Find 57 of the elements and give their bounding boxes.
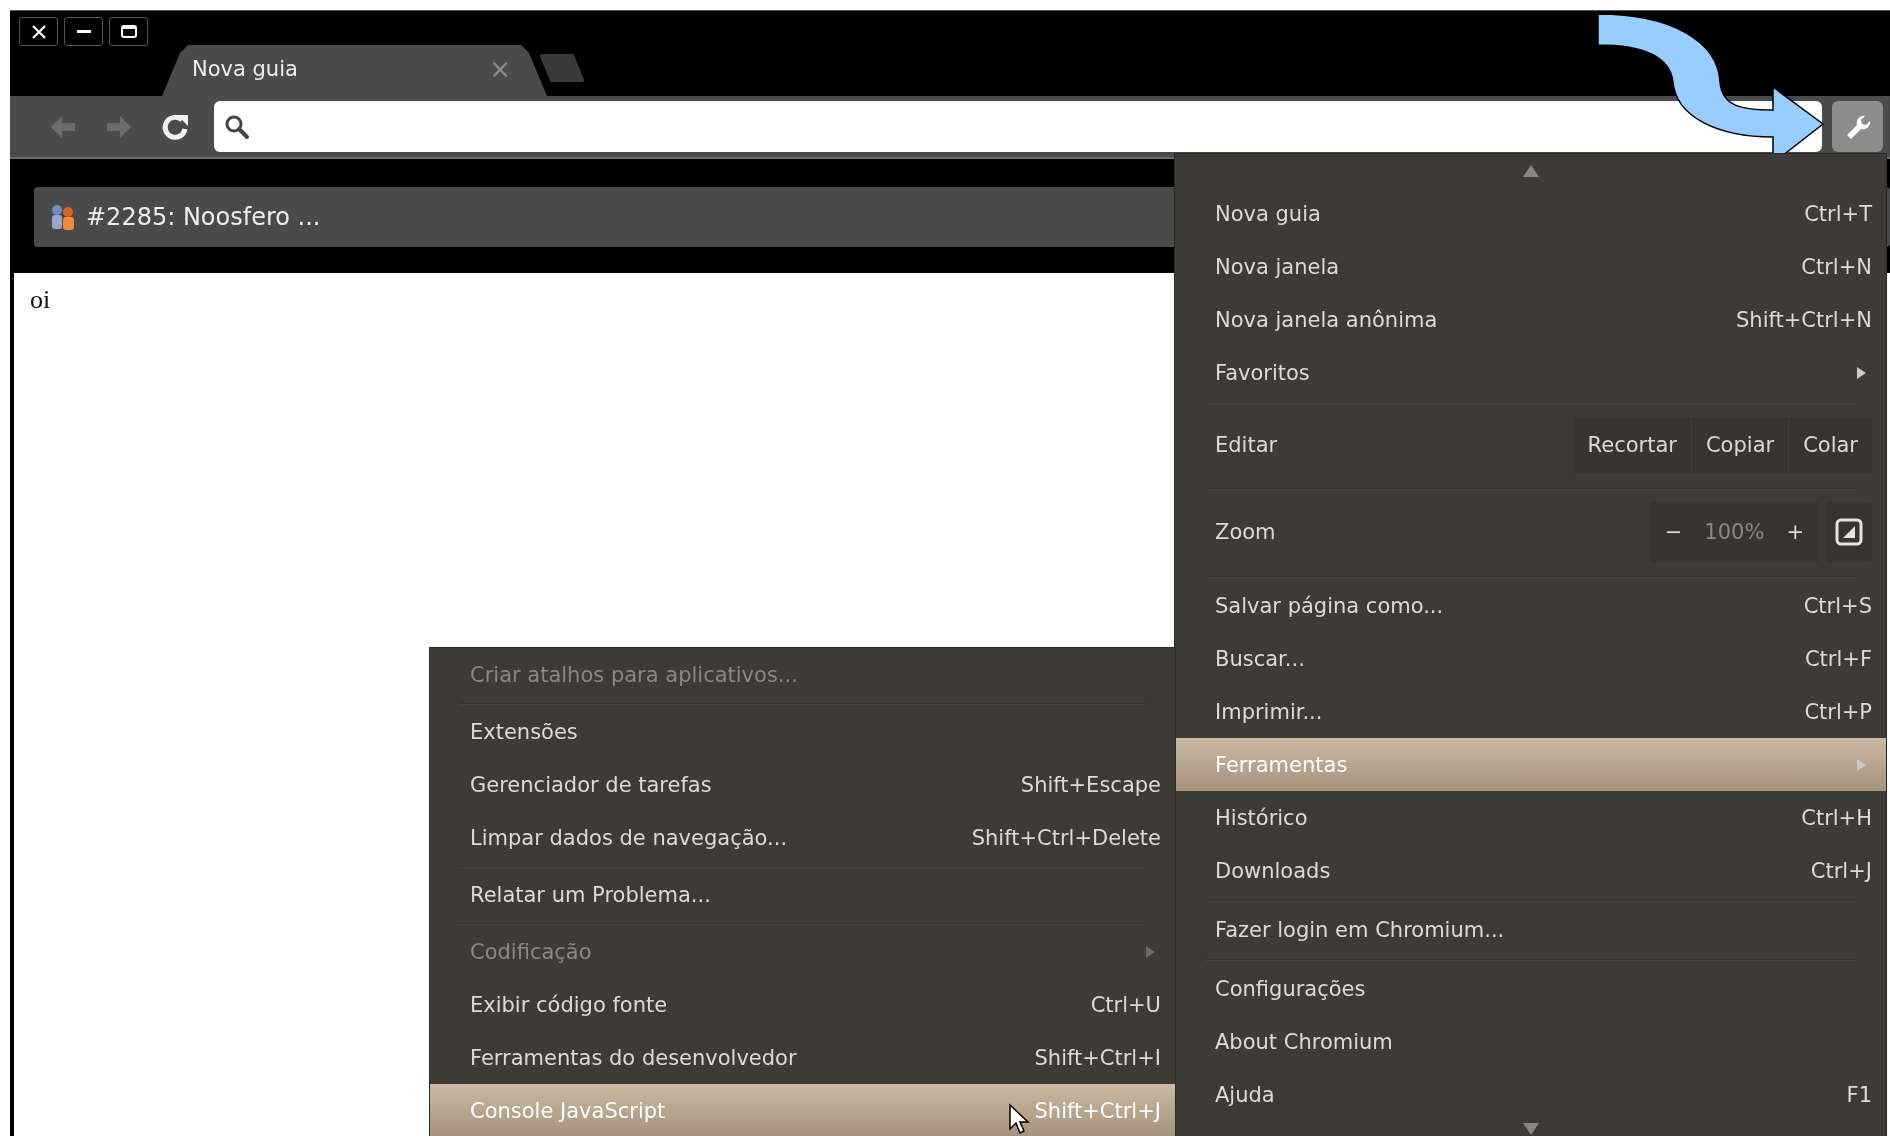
menu-button[interactable] bbox=[1832, 101, 1883, 152]
close-window-button[interactable] bbox=[19, 17, 58, 46]
maximize-icon bbox=[120, 25, 137, 38]
menu-item[interactable]: Ajuda F1 bbox=[1175, 1068, 1886, 1121]
menu-item[interactable]: Nova guia Ctrl+T bbox=[1175, 187, 1886, 240]
menu-item[interactable]: About Chromium bbox=[1175, 1015, 1886, 1068]
maximize-window-button[interactable] bbox=[109, 17, 148, 46]
shortcut-text: Ctrl+F bbox=[1804, 646, 1872, 671]
menu-item[interactable]: Favoritos bbox=[1175, 346, 1886, 399]
shortcut-text: Ctrl+H bbox=[1801, 805, 1872, 830]
shortcut-text: Ctrl+U bbox=[1090, 992, 1161, 1017]
menu-item[interactable]: Nova janela anônima Shift+Ctrl+N bbox=[1175, 293, 1886, 346]
page-text: oi bbox=[30, 285, 51, 314]
shortcut-text: Ctrl+T bbox=[1804, 201, 1872, 226]
menu-item[interactable]: Imprimir... Ctrl+P bbox=[1175, 685, 1886, 738]
search-icon bbox=[224, 113, 250, 140]
shortcut-text: Shift+Ctrl+I bbox=[1034, 1045, 1161, 1070]
fullscreen-icon bbox=[1835, 518, 1863, 546]
minimize-icon bbox=[76, 30, 91, 33]
menu-item[interactable]: Limpar dados de navegação... Shift+Ctrl+Delete bbox=[430, 811, 1175, 864]
submenu-arrow-icon bbox=[1857, 366, 1866, 379]
shortcut-text: Shift+Ctrl+Delete bbox=[971, 825, 1161, 850]
close-icon bbox=[31, 24, 46, 39]
fullscreen-button[interactable] bbox=[1826, 502, 1872, 562]
menu-label: Zoom bbox=[1215, 520, 1277, 544]
menu-item[interactable]: Configurações bbox=[1175, 962, 1886, 1015]
shortcut-text: Ctrl+N bbox=[1801, 254, 1872, 279]
tab-title: Nova guia bbox=[192, 56, 299, 81]
menu-item[interactable]: Exibir código fonte Ctrl+U bbox=[430, 978, 1175, 1031]
browser-tab[interactable]: Nova guia × bbox=[162, 45, 547, 96]
menu-item[interactable]: Histórico Ctrl+H bbox=[1175, 791, 1886, 844]
shortcut-text: Shift+Ctrl+J bbox=[1034, 1098, 1161, 1123]
scroll-up-icon[interactable] bbox=[1522, 164, 1539, 177]
zoom-value: 100% bbox=[1703, 519, 1766, 546]
bookmark-title[interactable]: #2285: Noosfero ... bbox=[86, 203, 321, 231]
shortcut-text: Shift+Ctrl+N bbox=[1736, 307, 1872, 332]
menu-item[interactable]: Buscar... Ctrl+F bbox=[1175, 632, 1886, 685]
menu-label: Editar bbox=[1215, 433, 1279, 457]
submenu-arrow-icon bbox=[1146, 945, 1155, 958]
menu-item[interactable]: Nova janela Ctrl+N bbox=[1175, 240, 1886, 293]
minimize-window-button[interactable] bbox=[64, 17, 103, 46]
edit-button[interactable]: Colar bbox=[1788, 417, 1872, 473]
menu-item[interactable]: Downloads Ctrl+J bbox=[1175, 844, 1886, 897]
shortcut-text: Ctrl+P bbox=[1804, 699, 1872, 724]
menu-item[interactable]: Salvar página como... Ctrl+S bbox=[1175, 579, 1886, 632]
menu-item[interactable]: Fazer login em Chromium... bbox=[1175, 903, 1886, 956]
shortcut-text: F1 bbox=[1846, 1082, 1872, 1107]
menu-item[interactable]: Ferramentas do desenvolvedor Shift+Ctrl+I bbox=[430, 1031, 1175, 1084]
shortcut-text: Shift+Escape bbox=[1020, 772, 1161, 797]
shortcut-text: Ctrl+S bbox=[1803, 593, 1872, 618]
shortcut-text: Ctrl+J bbox=[1810, 858, 1872, 883]
menu-item[interactable]: Relatar um Problema... bbox=[430, 868, 1175, 921]
menu-item[interactable]: Gerenciador de tarefas Shift+Escape bbox=[430, 758, 1175, 811]
scroll-down-icon[interactable] bbox=[1522, 1123, 1539, 1135]
menu-item[interactable]: Extensões bbox=[430, 705, 1175, 758]
mouse-cursor-icon bbox=[1008, 1103, 1030, 1136]
submenu-arrow-icon bbox=[1857, 758, 1866, 771]
